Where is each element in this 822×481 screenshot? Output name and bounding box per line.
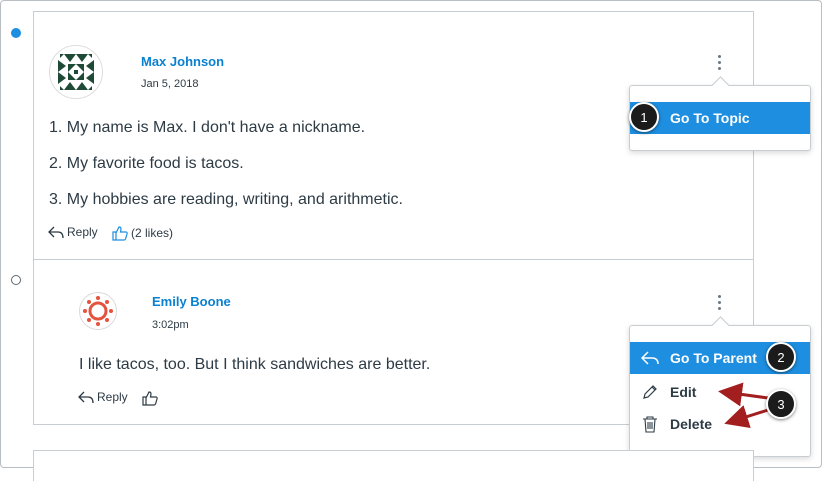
callout-badge: 3 xyxy=(766,389,796,419)
callout-badge: 2 xyxy=(766,342,796,372)
annotation-arrows xyxy=(718,382,769,429)
arrow-to-edit xyxy=(718,382,769,407)
callout-badge: 1 xyxy=(629,102,659,132)
arrow-to-delete xyxy=(724,405,769,429)
